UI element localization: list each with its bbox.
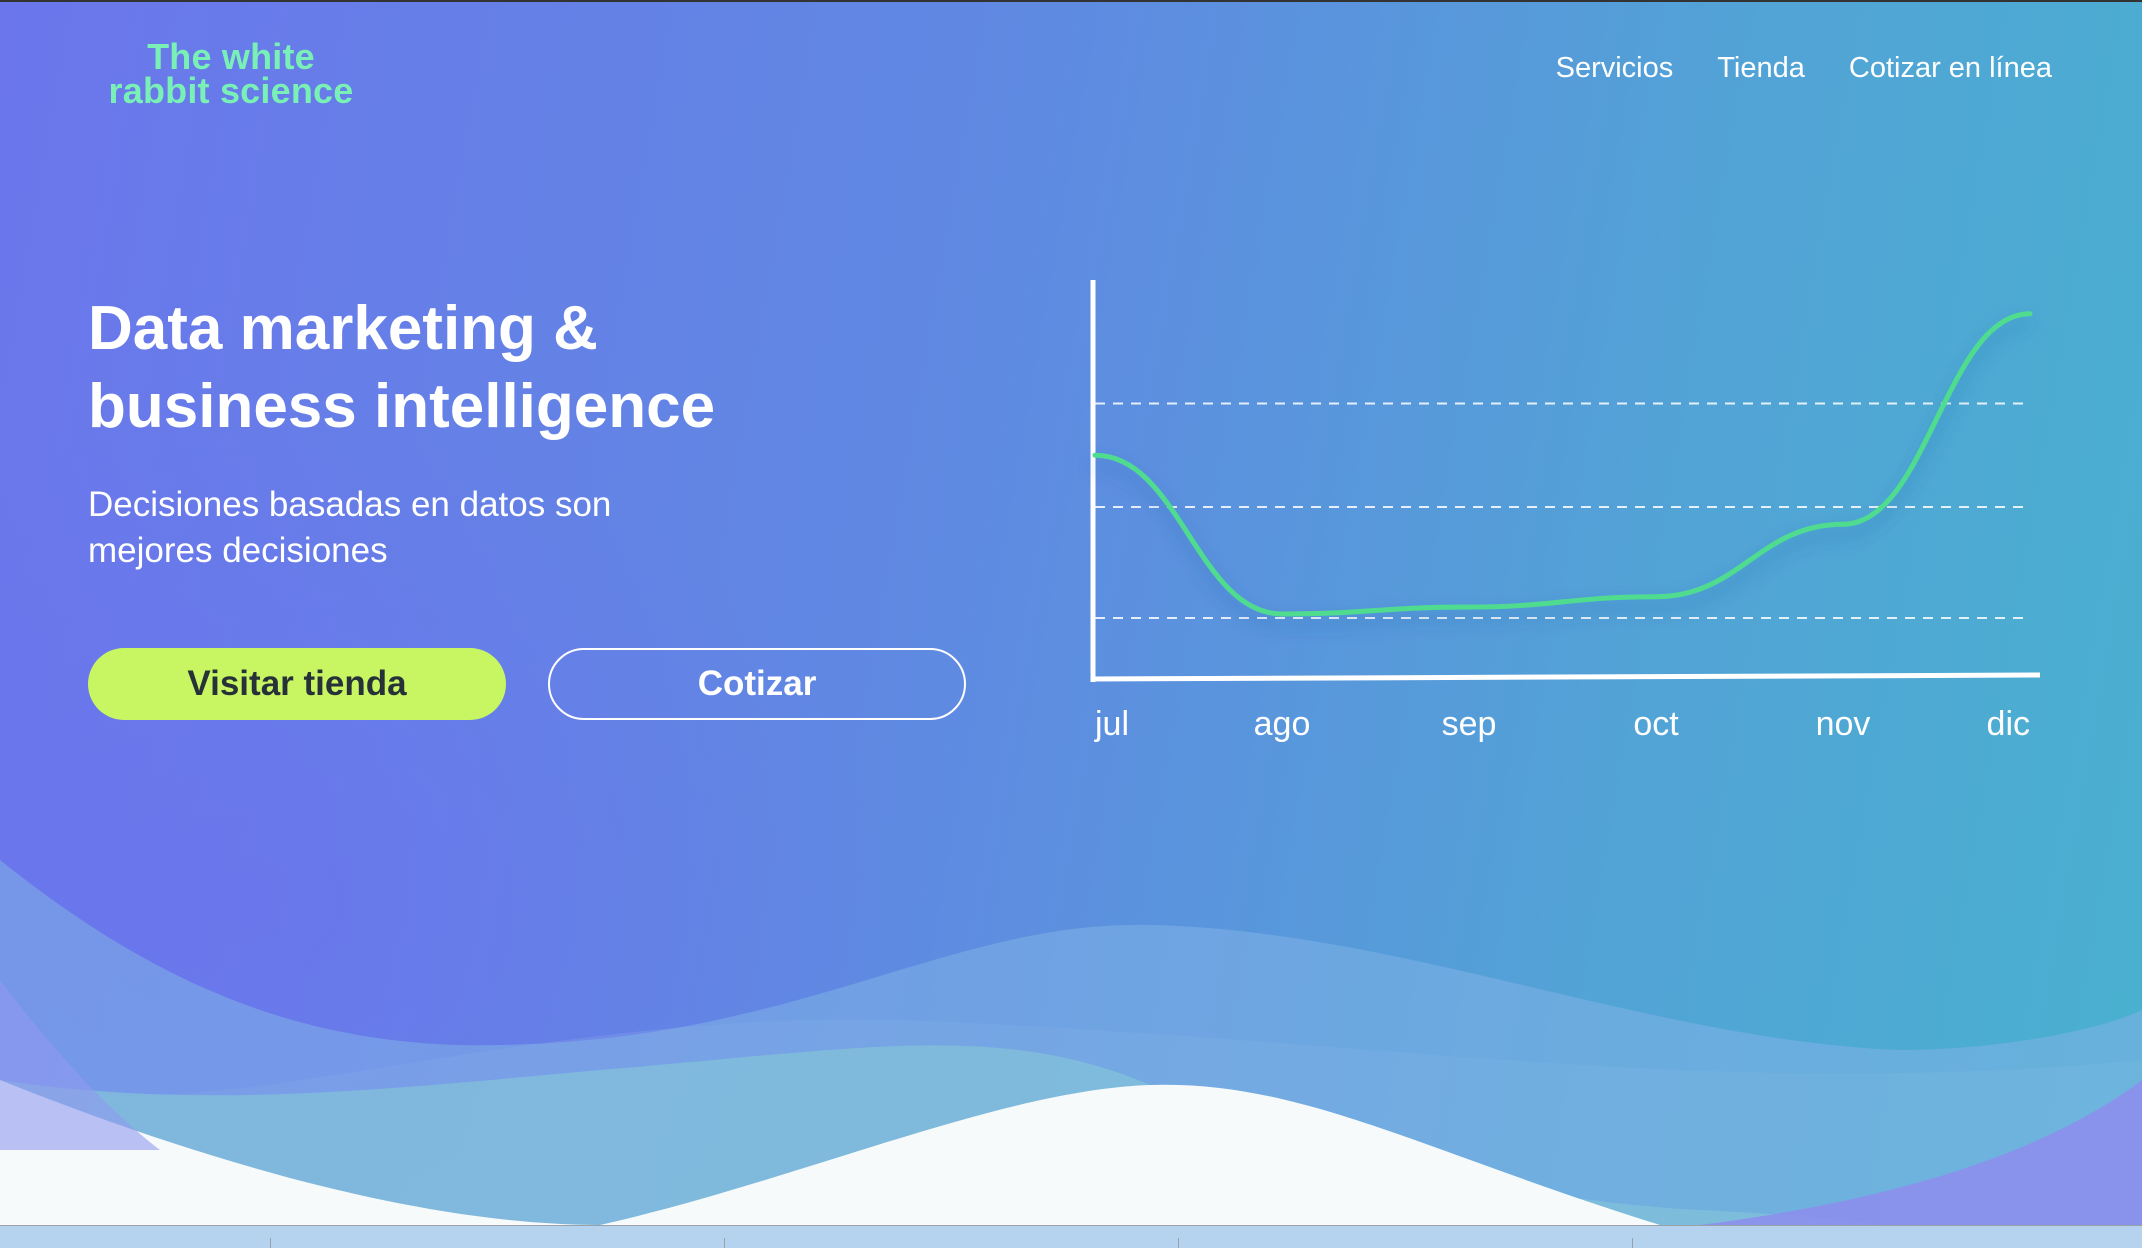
x-tick-label-nov: nov: [1816, 705, 1871, 743]
hero-headline: Data marketing & business intelligence: [88, 290, 715, 446]
series-line: [1092, 311, 2033, 617]
bottom-tick-1: [270, 1238, 271, 1248]
x-tick-label-dic: dic: [1987, 705, 2030, 743]
bottom-tick-4: [1632, 1238, 1633, 1248]
quote-button[interactable]: Cotizar: [548, 648, 966, 720]
page-bottom-rule: [0, 1225, 2142, 1226]
x-tick-label-ago: ago: [1254, 705, 1311, 743]
brand-logo[interactable]: The white rabbit science: [96, 36, 366, 111]
main-nav: Servicios Tienda Cotizar en línea: [1556, 52, 2052, 85]
visit-store-button[interactable]: Visitar tienda: [88, 648, 506, 720]
hero-subtitle-line2: mejores decisiones: [88, 531, 388, 570]
nav-item-servicios[interactable]: Servicios: [1556, 52, 1674, 85]
bottom-tick-2: [724, 1238, 725, 1248]
hero-subtitle-line1: Decisiones basadas en datos son: [88, 485, 612, 524]
brand-name-line1: The white: [147, 36, 315, 77]
x-tick-label-jul: jul: [1094, 705, 1129, 743]
x-tick-label-sep: sep: [1442, 705, 1497, 743]
bottom-tick-3: [1178, 1238, 1179, 1248]
hero-headline-line2: business intelligence: [88, 372, 716, 441]
x-tick-label-oct: oct: [1633, 705, 1679, 743]
nav-item-tienda[interactable]: Tienda: [1717, 52, 1805, 85]
brand-name-line2: rabbit science: [108, 70, 354, 111]
nav-item-cotizar-en-linea[interactable]: Cotizar en línea: [1849, 52, 2052, 85]
x-axis-line: [1092, 672, 2041, 682]
hero-subtitle: Decisiones basadas en datos son mejores …: [88, 482, 788, 574]
hero-headline-line1: Data marketing &: [88, 294, 598, 363]
trend-line-chart: jul ago sep oct nov dic: [1090, 280, 2041, 743]
